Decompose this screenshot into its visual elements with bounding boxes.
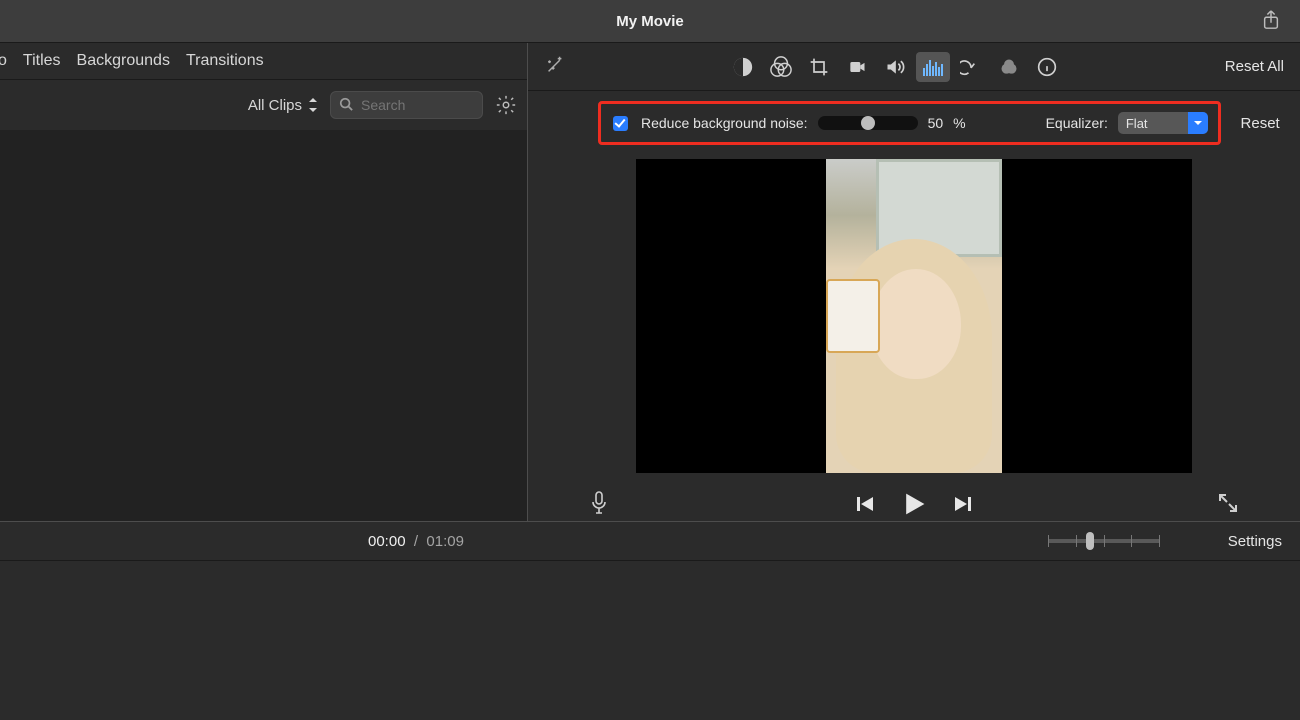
noise-eq-icon[interactable] (916, 52, 950, 82)
tab-transitions[interactable]: Transitions (186, 52, 264, 70)
timeline-settings-button[interactable]: Settings (1228, 533, 1282, 550)
time-current: 00:00 (368, 533, 406, 550)
timecode-display: 00:00 / 01:09 (368, 533, 464, 550)
crop-icon[interactable] (802, 52, 836, 82)
tab-fragment[interactable]: o (0, 52, 7, 70)
equalizer-dropdown[interactable]: Flat (1118, 112, 1208, 134)
noise-unit: % (953, 115, 965, 131)
equalizer-value: Flat (1126, 116, 1148, 131)
chevron-up-down-icon (308, 98, 318, 112)
equalizer-label: Equalizer: (1046, 115, 1108, 131)
timeline-header: 00:00 / 01:09 Settings (0, 521, 1300, 561)
time-separator: / (414, 533, 418, 550)
settings-gear-icon[interactable] (495, 94, 517, 116)
zoom-thumb[interactable] (1086, 532, 1094, 550)
browser-content (0, 130, 527, 521)
magic-wand-icon[interactable] (544, 54, 566, 79)
timeline[interactable] (0, 561, 1300, 720)
next-button[interactable] (953, 494, 973, 514)
video-frame (826, 159, 1002, 473)
time-total: 01:09 (426, 533, 464, 550)
zoom-slider[interactable] (1048, 539, 1160, 543)
chevron-down-icon (1188, 112, 1208, 134)
reset-button[interactable]: Reset (1241, 115, 1280, 132)
media-browser: o Titles Backgrounds Transitions All Cli… (0, 43, 528, 521)
previous-button[interactable] (855, 494, 875, 514)
play-button[interactable] (901, 491, 927, 517)
titlebar: My Movie (0, 0, 1300, 43)
speed-icon[interactable] (954, 52, 988, 82)
volume-icon[interactable] (878, 52, 912, 82)
effects-icon[interactable] (992, 52, 1026, 82)
reduce-noise-label: Reduce background noise: (641, 115, 808, 131)
noise-value: 50 (928, 115, 944, 131)
inspector-toolbar: Reset All (528, 43, 1300, 91)
search-input[interactable] (330, 91, 483, 119)
reset-all-button[interactable]: Reset All (1225, 58, 1284, 75)
color-balance-icon[interactable] (726, 52, 760, 82)
noise-slider[interactable] (818, 116, 918, 130)
search-icon (339, 97, 353, 114)
info-icon[interactable] (1030, 52, 1064, 82)
stabilization-icon[interactable] (840, 52, 874, 82)
clips-filter-dropdown[interactable]: All Clips (248, 97, 318, 114)
color-correction-icon[interactable] (764, 52, 798, 82)
window-title: My Movie (0, 13, 1300, 30)
browser-tabs: o Titles Backgrounds Transitions (0, 43, 527, 80)
share-icon[interactable] (1262, 10, 1280, 33)
fullscreen-icon[interactable] (1218, 493, 1238, 516)
video-viewer[interactable] (636, 159, 1192, 473)
tab-backgrounds[interactable]: Backgrounds (77, 52, 170, 70)
tab-titles[interactable]: Titles (23, 52, 61, 70)
slider-thumb[interactable] (861, 116, 875, 130)
search-field[interactable] (359, 96, 463, 114)
noise-reduction-group: Reduce background noise: 50 % Equalizer:… (598, 101, 1221, 145)
microphone-icon[interactable] (590, 491, 608, 518)
reduce-noise-checkbox[interactable] (613, 116, 628, 131)
clips-filter-label: All Clips (248, 97, 302, 114)
